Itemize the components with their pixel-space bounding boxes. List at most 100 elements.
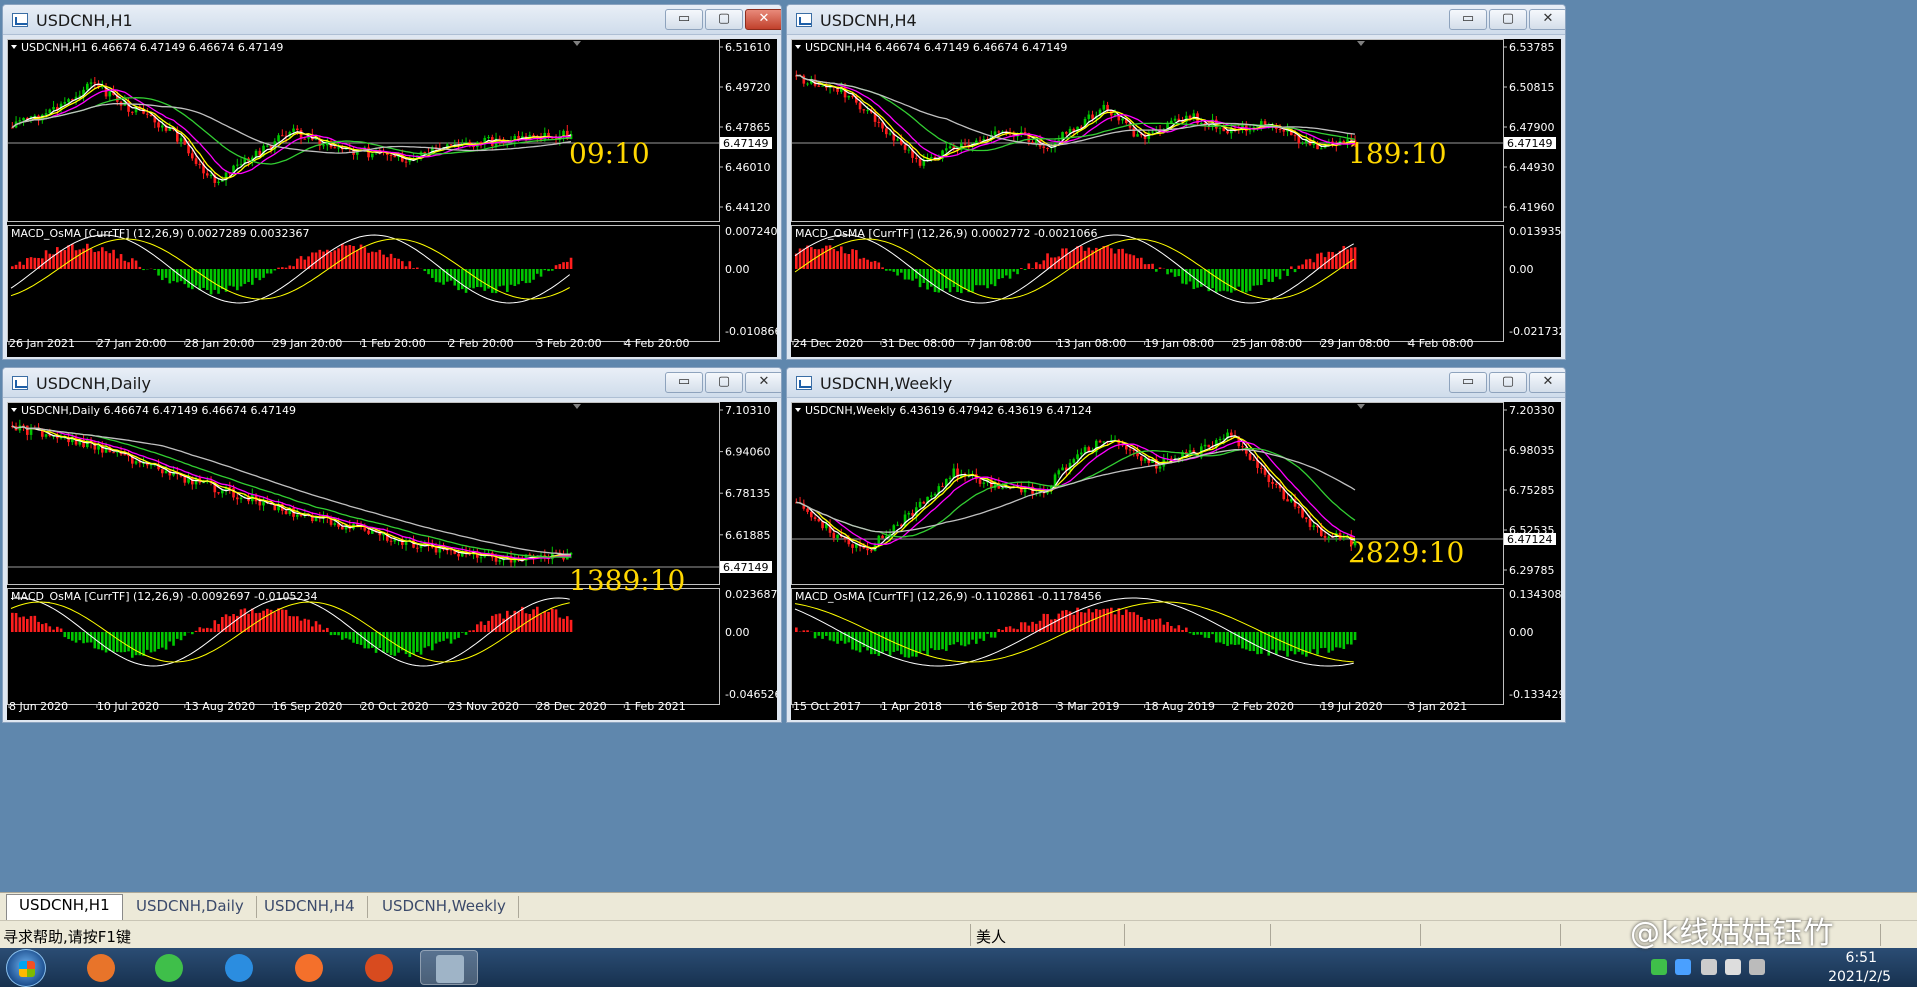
minimize-button[interactable]: ▭	[1449, 9, 1487, 30]
candle-body	[1091, 114, 1094, 119]
tab-usdcnh-h4[interactable]: USDCNH,H4	[252, 896, 368, 918]
macd-histogram-bar	[989, 269, 993, 285]
candle-body	[1319, 148, 1323, 150]
macd-histogram-bar	[168, 269, 172, 284]
macd-histogram-bar	[1334, 632, 1338, 648]
tab-usdcnh-weekly[interactable]: USDCNH,Weekly	[370, 896, 519, 918]
chart-canvas[interactable]: USDCNH,Weekly 6.43619 6.47942 6.43619 6.…	[791, 402, 1561, 720]
chart-window-weekly[interactable]: USDCNH,Weekly ▭ ▢ ✕ USDCNH,Weekly 6.43619 6.…	[786, 367, 1566, 723]
window-titlebar[interactable]: USDCNH,Weekly ▭ ▢ ✕	[787, 368, 1565, 398]
window-titlebar[interactable]: USDCNH,H4 ▭ ▢ ✕	[787, 5, 1565, 35]
macd-histogram-bar	[393, 258, 397, 269]
macd-histogram-bar	[858, 258, 862, 269]
maximize-button[interactable]: ▢	[1489, 372, 1527, 393]
mascot-app-taskbar-button[interactable]	[350, 950, 408, 985]
macd-histogram-bar	[299, 256, 303, 269]
window-titlebar[interactable]: USDCNH,H1 ▭ ▢ ✕	[3, 5, 781, 35]
wechat-tray-icon[interactable]	[1651, 959, 1667, 975]
macd-histogram-bar	[1301, 632, 1304, 655]
candle-body	[903, 144, 907, 150]
macd-histogram-bar	[1346, 249, 1349, 269]
candle-body	[498, 560, 502, 562]
chart-canvas[interactable]: USDCNH,H4 6.46674 6.47149 6.46674 6.4714…	[791, 39, 1561, 357]
macd-histogram-bar	[33, 257, 37, 269]
close-button[interactable]: ✕	[1529, 9, 1565, 30]
macd-histogram-bar	[479, 621, 483, 632]
macd-histogram-bar	[277, 608, 280, 632]
wechat-taskbar-button[interactable]	[140, 950, 198, 985]
chart-window-h1[interactable]: USDCNH,H1 ▭ ▢ ✕ USDCNH,H1 6.46674 6.47149 6.…	[2, 4, 782, 360]
shield-tray-icon[interactable]	[1675, 959, 1691, 975]
time-label: 1 Apr 2018	[881, 700, 942, 713]
close-button[interactable]: ✕	[745, 9, 781, 30]
macd-histogram-bar	[1177, 269, 1181, 277]
macd-histogram-bar	[494, 614, 498, 632]
macd-histogram-bar	[795, 627, 798, 632]
macd-histogram-bar	[809, 247, 813, 269]
close-button[interactable]: ✕	[1529, 372, 1565, 393]
chart-canvas[interactable]: USDCNH,Daily 6.46674 6.47149 6.46674 6.4…	[7, 402, 777, 720]
start-button-icon[interactable]	[6, 949, 46, 987]
minimize-button[interactable]: ▭	[665, 372, 703, 393]
bar-timer-text: 09:10	[569, 137, 650, 170]
candle-body	[198, 163, 202, 165]
status-separator	[1124, 924, 1125, 946]
mt4-terminal-taskbar-button[interactable]	[420, 950, 478, 985]
status-separator	[1420, 924, 1421, 946]
macd-histogram-bar	[318, 624, 322, 632]
macd-histogram-bar	[29, 616, 33, 632]
chart-window-daily[interactable]: USDCNH,Daily ▭ ▢ ✕ USDCNH,Daily 6.46674 6.47…	[2, 367, 782, 723]
close-button[interactable]: ✕	[745, 372, 781, 393]
tab-usdcnh-daily[interactable]: USDCNH,Daily	[124, 896, 257, 918]
shift-marker-icon	[573, 41, 581, 46]
candle-body	[1259, 467, 1263, 469]
clock-date[interactable]: 2021/2/5	[1828, 969, 1891, 985]
signal-tray-icon[interactable]	[1749, 959, 1765, 975]
volume-tray-icon[interactable]	[1725, 959, 1741, 975]
firefox-icon	[295, 954, 323, 982]
chart-window-icon	[12, 376, 28, 390]
symbol-info-text: USDCNH,Weekly 6.43619 6.47942 6.43619 6.…	[805, 404, 1092, 417]
minimize-button[interactable]: ▭	[1449, 372, 1487, 393]
price-label: 7.10310	[725, 404, 771, 417]
chart-window-icon	[796, 376, 812, 390]
candle-body	[63, 101, 67, 104]
candle-body	[277, 135, 280, 142]
maximize-button[interactable]: ▢	[1489, 9, 1527, 30]
macd-histogram-bar	[1117, 249, 1121, 269]
collapse-triangle-icon	[11, 45, 17, 49]
maximize-button[interactable]: ▢	[705, 372, 743, 393]
time-label: 1 Feb 2021	[624, 700, 685, 713]
macd-histogram-bar	[952, 632, 956, 645]
firefox-taskbar-button[interactable]	[280, 950, 338, 985]
macd-histogram-bar	[1027, 625, 1031, 632]
chart-window-h4[interactable]: USDCNH,H4 ▭ ▢ ✕ USDCNH,H4 6.46674 6.47149 6.…	[786, 4, 1566, 360]
macd-histogram-bar	[48, 626, 52, 632]
macd-histogram-bar	[464, 269, 468, 293]
macd-histogram-bar	[562, 618, 565, 632]
notes-taskbar-button[interactable]	[210, 950, 268, 985]
candle-body	[487, 137, 490, 139]
chart-canvas[interactable]: USDCNH,H1 6.46674 6.47149 6.46674 6.4714…	[7, 39, 777, 357]
clock-time[interactable]: 6:51	[1846, 950, 1877, 966]
candle-body	[194, 158, 198, 164]
minimize-button[interactable]: ▭	[665, 9, 703, 30]
maximize-button[interactable]: ▢	[705, 9, 743, 30]
candle-body	[982, 482, 986, 484]
candle-body	[862, 109, 866, 111]
app-orange-taskbar-button[interactable]	[72, 950, 130, 985]
macd-histogram-bar	[1079, 246, 1083, 269]
candle-body	[228, 487, 232, 489]
macd-histogram-bar	[1076, 246, 1079, 269]
macd-histogram-bar	[1136, 258, 1139, 269]
macd-histogram-bar	[202, 269, 205, 288]
tab-usdcnh-h1[interactable]: USDCNH,H1	[6, 894, 123, 920]
candle-body	[948, 146, 952, 149]
candle-body	[292, 128, 295, 133]
status-profile-text[interactable]: 美人	[976, 926, 1006, 947]
macd-histogram-bar	[277, 267, 280, 269]
network-tray-icon[interactable]	[1701, 959, 1717, 975]
window-titlebar[interactable]: USDCNH,Daily ▭ ▢ ✕	[3, 368, 781, 398]
macd-histogram-bar	[1211, 269, 1214, 289]
macd-histogram-bar	[907, 632, 911, 658]
